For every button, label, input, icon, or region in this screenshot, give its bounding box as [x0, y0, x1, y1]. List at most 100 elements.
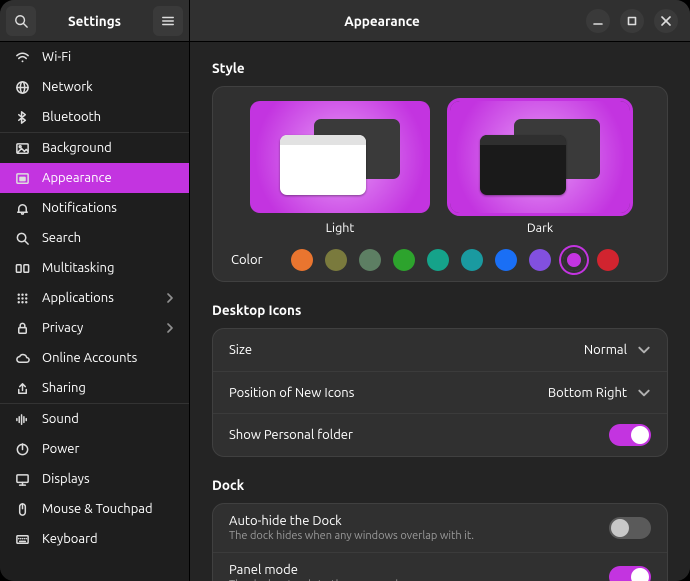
sidebar-item-background[interactable]: Background: [0, 133, 189, 163]
sidebar-item-network[interactable]: Network: [0, 72, 189, 102]
menu-icon: [161, 14, 175, 28]
headerbar-center: Appearance: [190, 13, 574, 29]
sidebar-item-label: Search: [42, 231, 81, 245]
share-icon-wrap: [14, 380, 30, 396]
apps-icon: [15, 291, 30, 306]
row-autohide: Auto-hide the Dock The dock hides when a…: [213, 504, 667, 552]
sidebar-item-search[interactable]: Search: [0, 223, 189, 253]
color-swatch-green[interactable]: [393, 249, 415, 271]
color-label: Color: [231, 253, 263, 267]
color-swatch-red[interactable]: [597, 249, 619, 271]
personal-folder-label: Show Personal folder: [229, 428, 353, 442]
power-icon-wrap: [14, 441, 30, 457]
display-icon-wrap: [14, 471, 30, 487]
close-button[interactable]: [654, 9, 678, 33]
mouse-icon-wrap: [14, 501, 30, 517]
sidebar-item-sound[interactable]: Sound: [0, 404, 189, 434]
chevron-down-icon: [637, 343, 651, 357]
sidebar-title: Settings: [42, 13, 147, 29]
cloud-icon-wrap: [14, 350, 30, 366]
background-icon: [15, 141, 30, 156]
sidebar-item-keyboard[interactable]: Keyboard: [0, 524, 189, 554]
desktop-icons-list: Size Normal Position of New Icons Bottom…: [212, 328, 668, 457]
sidebar-item-bluetooth[interactable]: Bluetooth: [0, 102, 189, 132]
theme-previews: Light Dark: [227, 101, 653, 235]
search-button[interactable]: [6, 6, 36, 36]
sidebar-item-applications[interactable]: Applications: [0, 283, 189, 313]
sidebar-item-label: Wi-Fi: [42, 50, 71, 64]
chevron-down-icon: [637, 386, 651, 400]
sidebar-item-wifi[interactable]: Wi-Fi: [0, 42, 189, 72]
autohide-switch[interactable]: [609, 517, 651, 539]
accent-color-row: Color: [227, 249, 653, 271]
section-title-style: Style: [212, 60, 668, 76]
wifi-icon-wrap: [14, 49, 30, 65]
cloud-icon: [15, 351, 30, 366]
apps-icon-wrap: [14, 290, 30, 306]
sidebar-item-online[interactable]: Online Accounts: [0, 343, 189, 373]
sidebar-item-label: Multitasking: [42, 261, 114, 275]
icon-size-value: Normal: [584, 343, 627, 357]
content[interactable]: Style Light Dark: [190, 42, 690, 581]
color-swatch-sage[interactable]: [359, 249, 381, 271]
color-swatch-olive[interactable]: [325, 249, 347, 271]
color-swatch-magenta[interactable]: [563, 249, 585, 271]
minimize-button[interactable]: [586, 9, 610, 33]
background-icon-wrap: [14, 140, 30, 156]
keyboard-icon-wrap: [14, 531, 30, 547]
sidebar-item-appearance[interactable]: Appearance: [0, 163, 189, 193]
keyboard-icon: [15, 532, 30, 547]
color-swatch-blue[interactable]: [495, 249, 517, 271]
search-icon: [15, 231, 30, 246]
hamburger-button[interactable]: [153, 6, 183, 36]
sidebar-item-mouse[interactable]: Mouse & Touchpad: [0, 494, 189, 524]
row-personal-folder: Show Personal folder: [213, 413, 667, 456]
panel-mode-label: Panel mode: [229, 563, 413, 577]
sidebar[interactable]: Wi-Fi Network Bluetooth Background Appearanc…: [0, 42, 190, 581]
sidebar-item-privacy[interactable]: Privacy: [0, 313, 189, 343]
sidebar-item-power[interactable]: Power: [0, 434, 189, 464]
color-swatch-cyan[interactable]: [461, 249, 483, 271]
sound-icon: [15, 412, 30, 427]
window-controls: [574, 9, 690, 33]
sound-icon-wrap: [14, 411, 30, 427]
sidebar-item-notifications[interactable]: Notifications: [0, 193, 189, 223]
maximize-button[interactable]: [620, 9, 644, 33]
row-icon-size[interactable]: Size Normal: [213, 329, 667, 371]
row-icon-position[interactable]: Position of New Icons Bottom Right: [213, 371, 667, 413]
power-icon: [15, 442, 30, 457]
theme-light[interactable]: Light: [250, 101, 430, 235]
sidebar-item-label: Network: [42, 80, 93, 94]
search-icon-wrap: [14, 230, 30, 246]
display-icon: [15, 472, 30, 487]
sidebar-item-label: Privacy: [42, 321, 83, 335]
chevron-right-icon: [165, 293, 175, 303]
lock-icon: [15, 321, 30, 336]
personal-folder-switch[interactable]: [609, 424, 651, 446]
maximize-icon: [627, 16, 637, 26]
color-swatch-purple[interactable]: [529, 249, 551, 271]
theme-dark[interactable]: Dark: [450, 101, 630, 235]
icon-position-label: Position of New Icons: [229, 386, 354, 400]
sidebar-item-label: Bluetooth: [42, 110, 101, 124]
sidebar-item-label: Background: [42, 141, 112, 155]
style-card: Light Dark Color: [212, 86, 668, 282]
multitask-icon: [15, 261, 30, 276]
sidebar-item-label: Online Accounts: [42, 351, 137, 365]
globe-icon: [15, 80, 30, 95]
lock-icon-wrap: [14, 320, 30, 336]
color-swatch-orange[interactable]: [291, 249, 313, 271]
sidebar-item-label: Keyboard: [42, 532, 98, 546]
sidebar-item-label: Appearance: [42, 171, 112, 185]
close-icon: [661, 16, 671, 26]
sidebar-item-multitasking[interactable]: Multitasking: [0, 253, 189, 283]
color-swatch-teal[interactable]: [427, 249, 449, 271]
icon-size-label: Size: [229, 343, 252, 357]
bluetooth-icon: [15, 110, 30, 125]
theme-dark-label: Dark: [527, 221, 553, 235]
bell-icon-wrap: [14, 200, 30, 216]
panel-mode-switch[interactable]: [609, 566, 651, 581]
sidebar-item-sharing[interactable]: Sharing: [0, 373, 189, 403]
theme-light-label: Light: [326, 221, 355, 235]
sidebar-item-displays[interactable]: Displays: [0, 464, 189, 494]
